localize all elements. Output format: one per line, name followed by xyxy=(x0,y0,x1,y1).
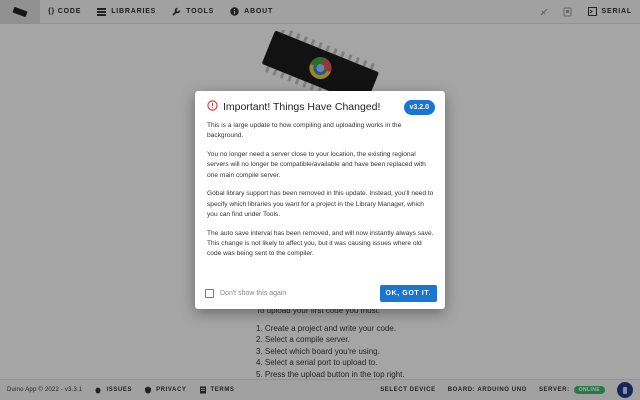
version-badge: v3.2.0 xyxy=(403,99,435,115)
dont-show-again-checkbox[interactable] xyxy=(205,288,214,298)
dont-show-again-label[interactable]: Don't show this again xyxy=(220,290,286,297)
dialog-title: Important! Things Have Changed! xyxy=(223,101,381,113)
dialog-header: Important! Things Have Changed! v3.2.0 xyxy=(207,99,435,115)
dialog-body: This is a large update to how compiling … xyxy=(207,121,435,268)
ok-got-it-button[interactable]: OK, GOT IT. xyxy=(379,284,437,302)
dialog-footer: Don't show this again OK, GOT IT. xyxy=(205,284,437,302)
dialog-paragraph: Gobal library support has been removed i… xyxy=(207,190,434,219)
warning-icon xyxy=(207,98,218,116)
dialog-paragraph: The auto save interval has been removed,… xyxy=(207,229,434,258)
dialog-paragraph: You no longer need a server close to you… xyxy=(207,151,426,179)
changelog-dialog: Important! Things Have Changed! v3.2.0 T… xyxy=(195,91,445,309)
dialog-paragraph: This is a large update to how compiling … xyxy=(207,122,402,140)
